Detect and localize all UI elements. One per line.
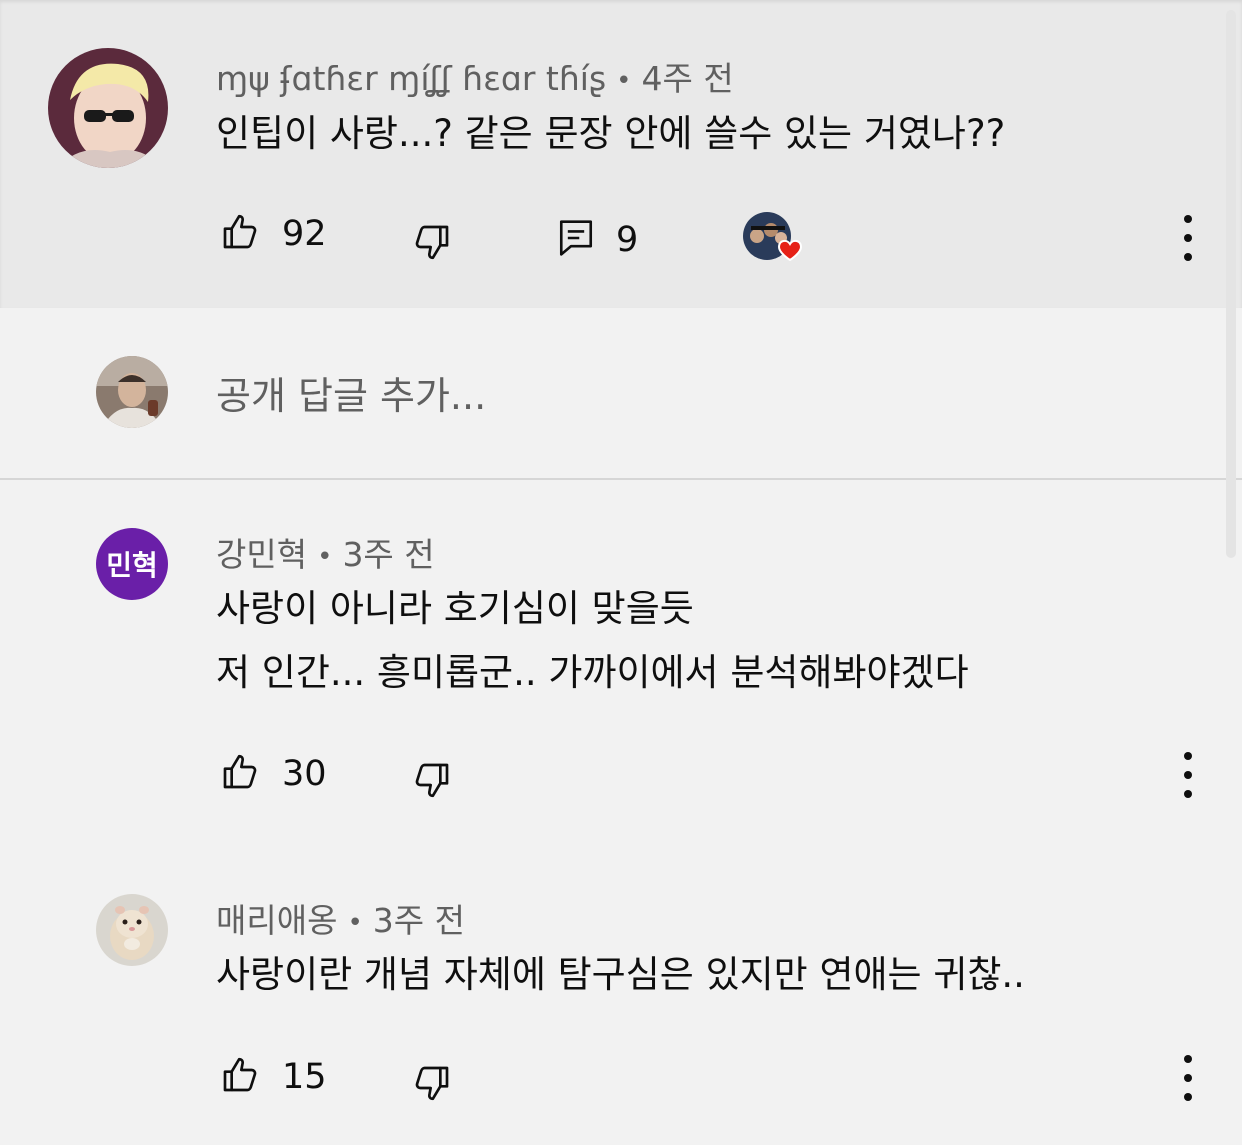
thumb-down-icon	[412, 222, 452, 266]
parent-reply-button[interactable]: 9	[558, 218, 638, 262]
parent-dislike-button[interactable]	[412, 222, 452, 266]
reply-author-name[interactable]: 강민혁	[216, 535, 307, 574]
parent-comment-text: 인팁이 사랑...? 같은 문장 안에 쓸수 있는 거였나??	[216, 112, 1006, 155]
thumb-up-icon	[220, 752, 260, 796]
reply-like-button[interactable]: 30	[220, 752, 327, 796]
scrollbar[interactable]	[1226, 10, 1236, 558]
parent-more-button[interactable]	[1178, 215, 1198, 261]
thumb-up-icon	[220, 212, 260, 256]
thumb-down-icon	[412, 1063, 452, 1107]
meta-separator: •	[616, 65, 632, 96]
parent-reply-count: 9	[616, 220, 639, 260]
reply-more-button[interactable]	[1178, 752, 1198, 798]
avatar-initials: 민혁	[106, 549, 158, 582]
reply-text-line-2: 저 인간... 흥미롭군.. 가까이에서 분석해봐야겠다	[216, 651, 969, 694]
thumb-up-icon	[220, 1055, 260, 1099]
parent-comment-age[interactable]: 4주 전	[641, 59, 733, 98]
reply-composer	[0, 308, 1242, 480]
reply-age[interactable]: 3주 전	[373, 901, 465, 940]
reply-icon	[558, 218, 594, 262]
parent-author-avatar[interactable]	[48, 48, 168, 168]
more-vert-icon	[1184, 1055, 1192, 1063]
creator-heart	[743, 212, 807, 270]
meta-separator: •	[347, 907, 363, 938]
more-vert-icon	[1184, 215, 1192, 223]
reply-author-avatar[interactable]: 민혁	[96, 528, 168, 600]
thumb-down-icon	[412, 760, 452, 804]
reply-author-name[interactable]: 매리애옹	[216, 901, 337, 940]
comment-thread: ɱψ ʄɑtɦɛr ɱíʆʆ ɦɛɑr tɦíʂ • 4주 전 인팁이 사랑...?…	[0, 0, 1242, 1145]
reply-text-line-1: 사랑이 아니라 호기심이 맞을듯	[216, 587, 694, 630]
reply-like-button[interactable]: 15	[220, 1055, 327, 1099]
creator-heart-icon	[743, 212, 803, 262]
reply-age[interactable]: 3주 전	[342, 535, 434, 574]
reply-like-count: 30	[282, 754, 327, 794]
reply-meta: 강민혁 • 3주 전	[216, 528, 435, 576]
parent-like-button[interactable]: 92	[220, 212, 327, 256]
parent-author-name[interactable]: ɱψ ʄɑtɦɛr ɱíʆʆ ɦɛɑr tɦíʂ	[216, 59, 606, 98]
reply-text: 사랑이란 개념 자체에 탐구심은 있지만 연애는 귀찮..	[216, 953, 1025, 996]
parent-like-count: 92	[282, 214, 327, 254]
parent-comment-meta: ɱψ ʄɑtɦɛr ɱíʆʆ ɦɛɑr tɦíʂ • 4주 전	[216, 52, 734, 100]
reply-meta: 매리애옹 • 3주 전	[216, 894, 465, 942]
meta-separator: •	[317, 541, 333, 572]
reply-author-avatar[interactable]	[96, 894, 168, 966]
current-user-avatar	[96, 356, 168, 428]
more-vert-icon	[1184, 752, 1192, 760]
reply-dislike-button[interactable]	[412, 760, 452, 804]
reply-more-button[interactable]	[1178, 1055, 1198, 1101]
reply-input[interactable]: 공개 답글 추가...	[216, 365, 486, 420]
reply-dislike-button[interactable]	[412, 1063, 452, 1107]
reply-like-count: 15	[282, 1057, 327, 1097]
